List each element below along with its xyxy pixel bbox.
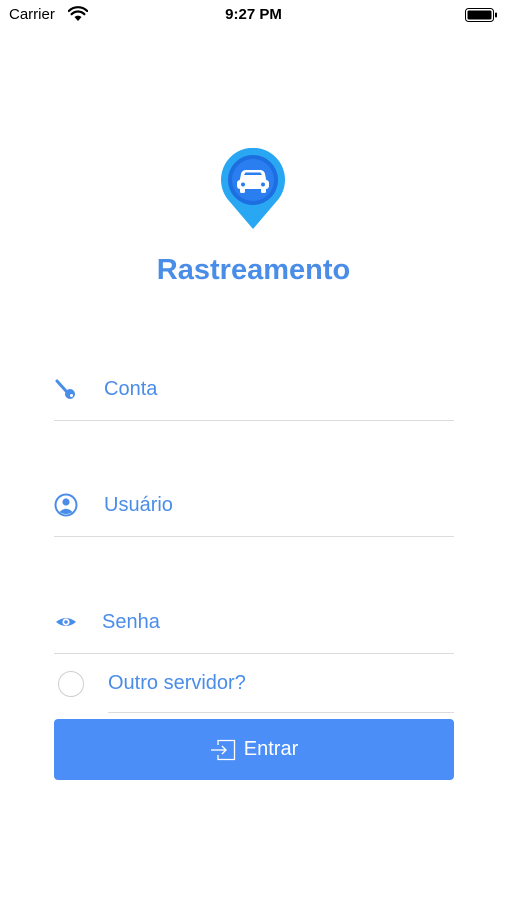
user-icon (54, 493, 78, 517)
account-underline (54, 420, 454, 421)
login-icon (210, 739, 235, 760)
eye-icon[interactable] (54, 610, 78, 634)
login-button-label: Entrar (243, 738, 299, 760)
clock: 9:27 PM (225, 6, 282, 23)
key-icon (55, 379, 75, 399)
account-field (54, 361, 454, 421)
user-input[interactable] (104, 487, 444, 523)
password-input[interactable] (102, 604, 442, 640)
password-underline (54, 653, 454, 654)
car-location-pin-icon (221, 148, 285, 229)
user-underline (54, 536, 454, 537)
user-field (54, 477, 454, 537)
other-server-label[interactable]: Outro servidor? (108, 672, 246, 695)
battery-icon (465, 8, 497, 22)
account-input[interactable] (104, 371, 444, 407)
login-button[interactable]: Entrar (54, 719, 454, 780)
password-field (54, 594, 454, 654)
other-server-underline (108, 712, 454, 713)
other-server-radio[interactable] (58, 671, 84, 697)
status-bar: Carrier 9:27 PM (0, 0, 507, 30)
app-title: Rastreamento (156, 254, 351, 286)
